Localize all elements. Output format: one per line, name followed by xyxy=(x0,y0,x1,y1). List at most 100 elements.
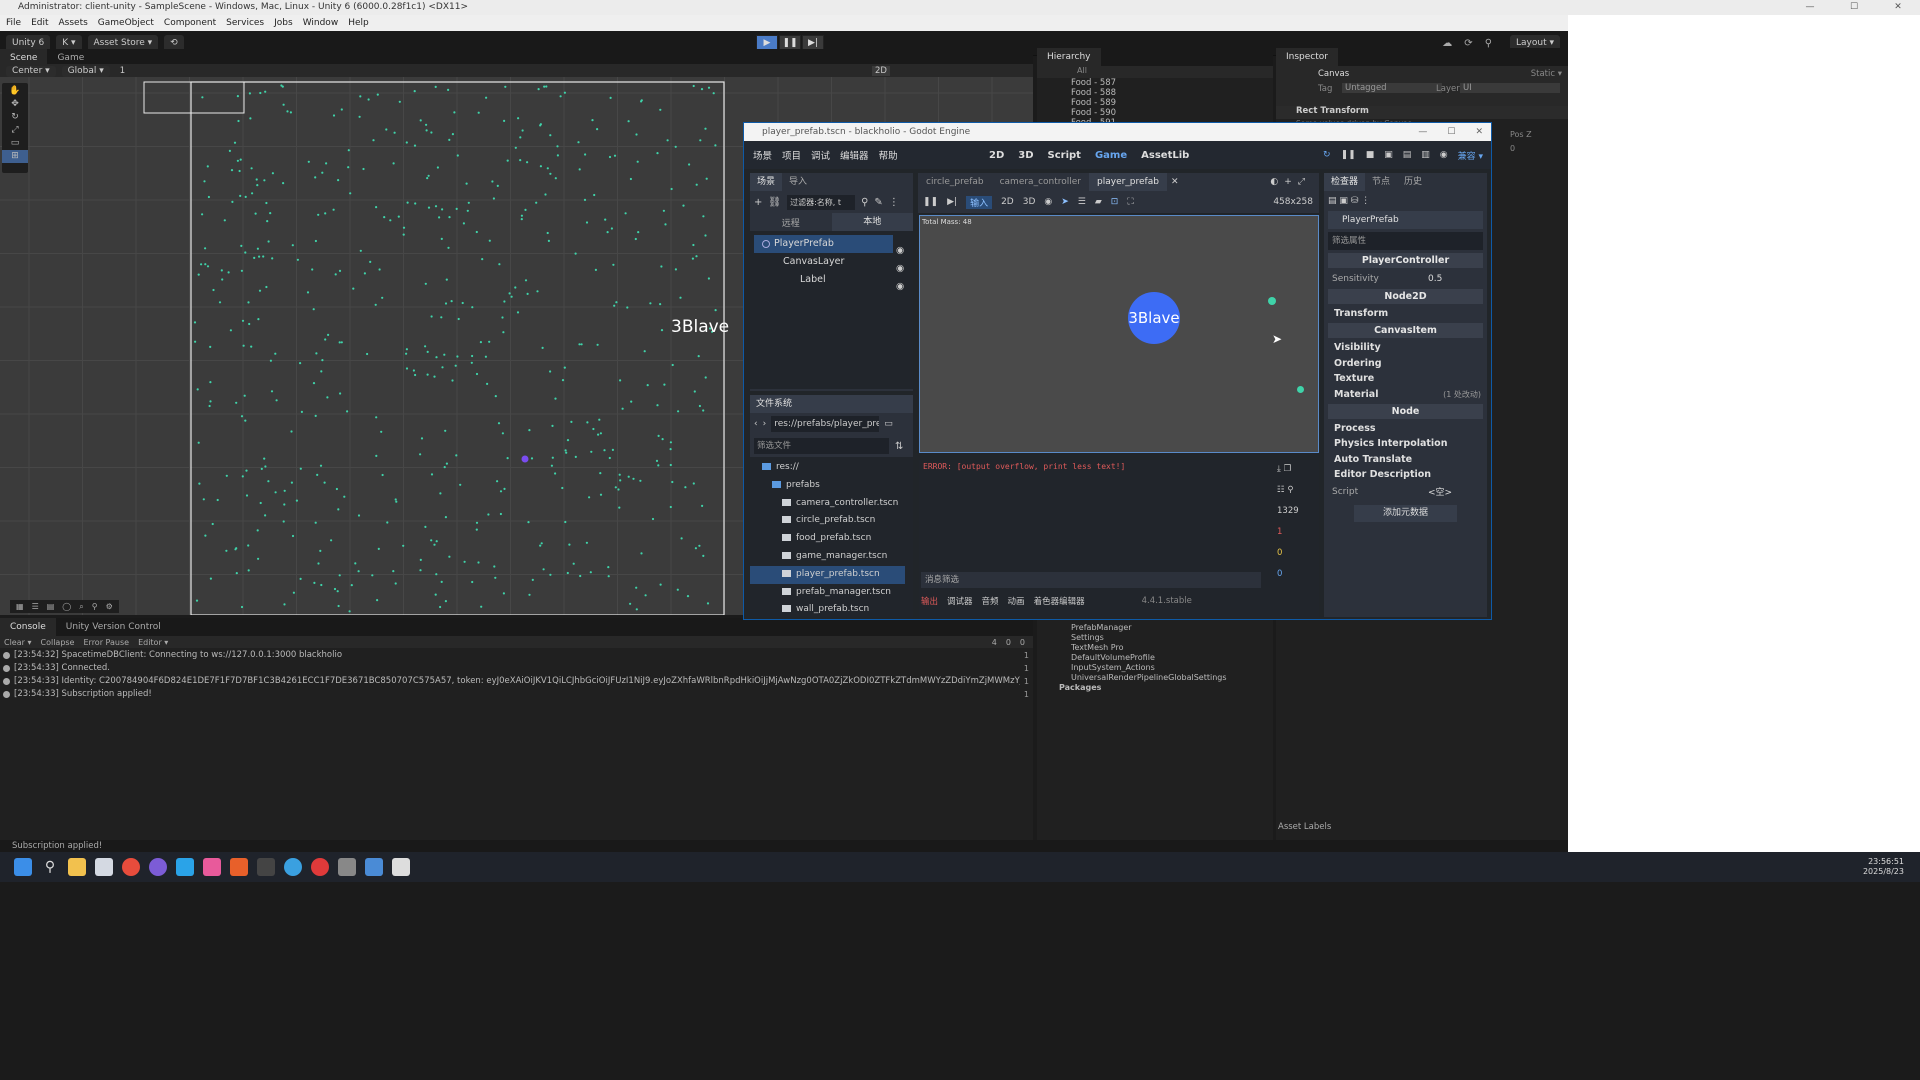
maximize-button[interactable]: ☐ xyxy=(1832,0,1876,15)
menu-edit[interactable]: Edit xyxy=(31,15,48,31)
remote-tab[interactable]: 远程 xyxy=(750,216,832,229)
visibility-icon[interactable]: ◉ xyxy=(896,281,904,292)
godot-menu-debug[interactable]: 调试 xyxy=(811,148,830,162)
hand-tool-icon[interactable]: ✋ xyxy=(2,85,28,98)
mode-3d-button[interactable]: 3D xyxy=(1018,150,1033,161)
godot-menu-help[interactable]: 帮助 xyxy=(879,148,898,162)
file-filter-input[interactable]: 筛选文件 xyxy=(754,438,889,454)
github-icon[interactable] xyxy=(149,858,167,876)
rotate-tool-icon[interactable]: ↻ xyxy=(2,111,28,124)
menu-help[interactable]: Help xyxy=(348,15,369,31)
process-section[interactable]: Process xyxy=(1324,421,1487,436)
renderer-dropdown[interactable]: 兼容 ▾ xyxy=(1458,149,1483,162)
scale-tool-icon[interactable]: ⤢ xyxy=(2,124,28,137)
editor-tab[interactable]: camera_controller xyxy=(992,177,1089,187)
texture-section[interactable]: Texture xyxy=(1324,371,1487,386)
hierarchy-item[interactable]: PrefabManager xyxy=(1047,623,1227,633)
tab-console[interactable]: Console xyxy=(0,618,56,636)
hierarchy-item[interactable]: Packages xyxy=(1047,683,1227,693)
node-filter-input[interactable]: 过滤器:名称, t xyxy=(787,194,856,210)
menu-component[interactable]: Component xyxy=(164,15,216,31)
mode-2d-button[interactable]: 2D xyxy=(989,150,1004,161)
camera-icon[interactable]: ⌕ xyxy=(79,602,83,612)
tab-history[interactable]: 历史 xyxy=(1397,173,1429,191)
clock-time[interactable]: 23:56:51 xyxy=(1863,857,1904,867)
clock-date[interactable]: 2025/8/23 xyxy=(1863,867,1904,877)
menu-assets[interactable]: Assets xyxy=(59,15,88,31)
godot-minimize-button[interactable]: — xyxy=(1418,123,1427,141)
error-count[interactable]: 0 xyxy=(1020,638,1025,647)
hierarchy-search[interactable]: All xyxy=(1037,66,1273,78)
tree-node-label[interactable]: Label xyxy=(750,271,913,289)
run-project-icon[interactable]: ↻ xyxy=(1323,150,1331,160)
list-select-icon[interactable]: ☰ xyxy=(1078,197,1086,207)
link-icon[interactable]: ⛓ xyxy=(768,197,781,208)
visibility-icon[interactable]: ◉ xyxy=(896,263,904,274)
chrome-icon[interactable] xyxy=(122,858,140,876)
fs-file[interactable]: camera_controller.tscn xyxy=(750,495,913,513)
rect-transform-header[interactable]: Rect Transform xyxy=(1276,106,1568,119)
asset-labels[interactable]: Asset Labels xyxy=(1278,822,1331,832)
log-count[interactable]: 1329 xyxy=(1277,506,1317,527)
object-name[interactable]: Canvas xyxy=(1318,69,1349,79)
godot-maximize-button[interactable]: ☐ xyxy=(1447,123,1455,141)
transform-tool-icon[interactable]: ⊞ xyxy=(2,150,28,163)
app-icon[interactable] xyxy=(203,858,221,876)
log-entry[interactable]: [23:54:33] Identity: C200784904F6D824E1D… xyxy=(0,675,1020,688)
message-filter-input[interactable]: 消息筛选 xyxy=(921,572,1261,588)
godot-close-button[interactable]: ✕ xyxy=(1475,123,1483,141)
editor-dropdown[interactable]: Editor ▾ xyxy=(138,638,168,647)
log-entry[interactable]: [23:54:33] Connected. xyxy=(0,662,1033,675)
tab-import-dock[interactable]: 导入 xyxy=(782,173,814,191)
remote-debug-icon[interactable]: ▣ xyxy=(1384,150,1393,160)
godot-icon[interactable] xyxy=(365,858,383,876)
app-icon[interactable] xyxy=(284,858,302,876)
hierarchy-item[interactable]: UniversalRenderPipelineGlobalSettings xyxy=(1047,673,1227,683)
layers-icon[interactable]: ▤ xyxy=(47,602,55,611)
search-icon[interactable]: ⚲ xyxy=(41,858,59,876)
output-actions[interactable]: ⤓ ❐ xyxy=(1277,464,1317,485)
menu-services[interactable]: Services xyxy=(226,15,264,31)
tab-node[interactable]: 节点 xyxy=(1365,173,1397,191)
back-icon[interactable]: ‹ xyxy=(754,419,758,429)
list-icon[interactable]: ☰ xyxy=(32,602,39,611)
layer-dropdown[interactable]: UI xyxy=(1460,83,1560,93)
output-filters[interactable]: ☷ ⚲ xyxy=(1277,485,1317,506)
fs-file[interactable]: wall_prefab.tscn xyxy=(750,601,913,617)
folder-icon[interactable] xyxy=(68,858,86,876)
tab-scene-dock[interactable]: 场景 xyxy=(750,173,783,191)
zoom-icon[interactable]: ⚲ xyxy=(92,602,98,611)
visibility-section[interactable]: Visibility xyxy=(1324,340,1487,355)
stop-icon[interactable]: ■ xyxy=(1366,150,1375,160)
sensitivity-field[interactable]: 0.5 xyxy=(1428,274,1442,284)
editor-description-section[interactable]: Editor Description xyxy=(1324,467,1487,482)
hierarchy-item[interactable]: Settings xyxy=(1047,633,1227,643)
tab-inspector[interactable]: Inspector xyxy=(1276,48,1338,66)
app-icon[interactable] xyxy=(230,858,248,876)
visibility-icon[interactable]: ◉ xyxy=(896,245,904,256)
visibility-icon[interactable]: ◉ xyxy=(1044,197,1052,207)
tab-inspector[interactable]: 检查器 xyxy=(1324,173,1366,191)
godot-menu-scene[interactable]: 场景 xyxy=(753,148,772,162)
fs-file-selected[interactable]: player_prefab.tscn xyxy=(750,565,905,584)
app-icon[interactable] xyxy=(176,858,194,876)
sort-icon[interactable]: ⇅ xyxy=(895,441,903,452)
menu-file[interactable]: File xyxy=(6,15,21,31)
hierarchy-item[interactable]: TextMesh Pro xyxy=(1047,643,1227,653)
suspend-icon[interactable]: ❚❚ xyxy=(923,197,938,207)
close-button[interactable]: ✕ xyxy=(1876,0,1920,15)
filesystem-title[interactable]: 文件系统 xyxy=(750,395,913,413)
tab-debugger[interactable]: 调试器 xyxy=(947,595,973,607)
hierarchy-item[interactable]: Food - 590 xyxy=(1071,108,1273,118)
mode-script-button[interactable]: Script xyxy=(1048,150,1081,161)
menu-jobs[interactable]: Jobs xyxy=(274,15,293,31)
physics-interp-section[interactable]: Physics Interpolation xyxy=(1324,436,1487,451)
close-tab-icon[interactable]: ✕ xyxy=(1171,177,1179,187)
settings-icon[interactable]: ⚙ xyxy=(106,602,113,611)
editor-tab[interactable]: circle_prefab xyxy=(918,177,992,187)
tab-hierarchy[interactable]: Hierarchy xyxy=(1037,48,1101,66)
collapse-button[interactable]: Collapse xyxy=(40,638,74,647)
calendar-icon[interactable] xyxy=(95,858,113,876)
hierarchy-item[interactable]: Food - 588 xyxy=(1071,88,1273,98)
property-filter-input[interactable]: 筛选属性 xyxy=(1328,232,1483,250)
